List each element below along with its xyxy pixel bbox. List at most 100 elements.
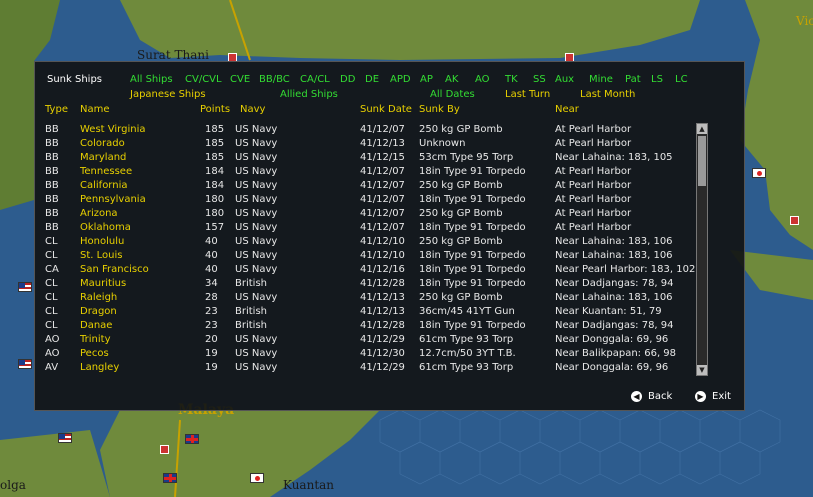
japan-flag-icon[interactable] (250, 473, 264, 483)
cell-type: BB (45, 208, 59, 219)
cell-by: 250 kg GP Bomb (419, 292, 503, 303)
arrow-left-icon: ◀ (631, 391, 642, 402)
filter-ls[interactable]: LS (651, 74, 663, 85)
cell-type: BB (45, 166, 59, 177)
unit-marker-icon[interactable] (160, 445, 169, 454)
cell-points: 185 (205, 138, 225, 149)
filter-ak[interactable]: AK (445, 74, 458, 85)
table-row[interactable]: BB Oklahoma 157 US Navy 41/12/07 18in Type 91… (45, 222, 695, 236)
cell-type: CL (45, 292, 58, 303)
cell-by: 36cm/45 41YT Gun (419, 306, 515, 317)
filter-japanese-ships[interactable]: Japanese Ships (130, 89, 206, 100)
unit-marker-icon[interactable] (790, 216, 799, 225)
filter-pat[interactable]: Pat (625, 74, 641, 85)
table-row[interactable]: AO Pecos 19 US Navy 41/12/30 12.7cm/50 3YT T.… (45, 348, 695, 362)
cell-navy: US Navy (235, 180, 278, 191)
filter-ca-cl[interactable]: CA/CL (300, 74, 330, 85)
cell-navy: US Navy (235, 236, 278, 247)
filter-ss[interactable]: SS (533, 74, 546, 85)
uk-flag-icon[interactable] (185, 434, 199, 444)
japan-flag-icon[interactable] (752, 168, 766, 178)
cell-type: CL (45, 236, 58, 247)
cell-points: 157 (205, 222, 225, 233)
table-row[interactable]: CL St. Louis 40 US Navy 41/12/10 18in Type 91… (45, 250, 695, 264)
cell-points: 23 (205, 306, 218, 317)
table-row[interactable]: CL Dragon 23 British 41/12/13 36cm/45 41YT Gu… (45, 306, 695, 320)
table-scrollbar[interactable]: ▲ ▼ (696, 123, 708, 376)
cell-by: Unknown (419, 138, 466, 149)
uk-flag-icon[interactable] (163, 473, 177, 483)
table-row[interactable]: CA San Francisco 40 US Navy 41/12/16 18in Typ… (45, 264, 695, 278)
table-row[interactable]: CL Honolulu 40 US Navy 41/12/10 250 kg GP Bom… (45, 236, 695, 250)
table-row[interactable]: AO Trinity 20 US Navy 41/12/29 61cm Type 93 T… (45, 334, 695, 348)
cell-by: 61cm Type 93 Torp (419, 362, 514, 373)
cell-by: 18in Type 91 Torpedo (419, 250, 526, 261)
filter-apd[interactable]: APD (390, 74, 411, 85)
table-row[interactable]: BB Maryland 185 US Navy 41/12/15 53cm Type 95… (45, 152, 695, 166)
column-header-name[interactable]: Name (80, 104, 110, 115)
column-header-navy[interactable]: Navy (240, 104, 265, 115)
sunk-ships-dialog: Sunk Ships All Ships CV/CVL CVE BB/BC CA… (34, 61, 745, 411)
filter-last-month[interactable]: Last Month (580, 89, 635, 100)
table-row[interactable]: BB Pennsylvania 180 US Navy 41/12/07 18in Typ… (45, 194, 695, 208)
cell-points: 180 (205, 194, 225, 205)
us-flag-icon[interactable] (18, 282, 32, 292)
table-row[interactable]: CL Raleigh 28 US Navy 41/12/13 250 kg GP Bomb… (45, 292, 695, 306)
table-row[interactable]: BB Colorado 185 US Navy 41/12/13 Unknown At Pe… (45, 138, 695, 152)
exit-button[interactable]: ▶ Exit (695, 391, 731, 402)
filter-tk[interactable]: TK (505, 74, 518, 85)
filter-cv-cvl[interactable]: CV/CVL (185, 74, 222, 85)
map-label-surat-thani: Surat Thani (137, 48, 209, 62)
table-row[interactable]: BB Tennessee 184 US Navy 41/12/07 18in Type 9… (45, 166, 695, 180)
cell-type: BB (45, 138, 59, 149)
cell-by: 18in Type 91 Torpedo (419, 222, 526, 233)
filter-aux[interactable]: Aux (555, 74, 574, 85)
filter-lc[interactable]: LC (675, 74, 688, 85)
table-row[interactable]: CL Mauritius 34 British 41/12/28 18in Type 91… (45, 278, 695, 292)
scroll-up-icon[interactable]: ▲ (697, 124, 707, 134)
filter-bb-bc[interactable]: BB/BC (259, 74, 290, 85)
cell-name: Raleigh (80, 292, 118, 303)
table-row[interactable]: AV Langley 19 US Navy 41/12/29 61cm Type 93 T… (45, 362, 695, 376)
back-button[interactable]: ◀ Back (631, 391, 672, 402)
cell-type: CL (45, 306, 58, 317)
cell-near: At Pearl Harbor (555, 138, 632, 149)
filter-allied-ships[interactable]: Allied Ships (280, 89, 338, 100)
scrollbar-thumb[interactable] (698, 136, 706, 186)
column-header-type[interactable]: Type (45, 104, 68, 115)
cell-name: Honolulu (80, 236, 125, 247)
column-header-points[interactable]: Points (200, 104, 230, 115)
cell-by: 61cm Type 93 Torp (419, 334, 514, 345)
back-button-label: Back (648, 391, 673, 402)
cell-near: At Pearl Harbor (555, 208, 632, 219)
cell-name: San Francisco (80, 264, 149, 275)
column-header-near[interactable]: Near (555, 104, 579, 115)
filter-mine[interactable]: Mine (589, 74, 613, 85)
filter-all-ships[interactable]: All Ships (130, 74, 173, 85)
filter-dd[interactable]: DD (340, 74, 355, 85)
filter-ao[interactable]: AO (475, 74, 490, 85)
filter-de[interactable]: DE (365, 74, 379, 85)
cell-near: Near Dadjangas: 78, 94 (555, 320, 674, 331)
cell-date: 41/12/13 (360, 292, 405, 303)
cell-navy: British (235, 306, 267, 317)
us-flag-icon[interactable] (58, 433, 72, 443)
us-flag-icon[interactable] (18, 359, 32, 369)
filter-last-turn[interactable]: Last Turn (505, 89, 550, 100)
filter-cve[interactable]: CVE (230, 74, 250, 85)
cell-navy: US Navy (235, 152, 278, 163)
cell-near: At Pearl Harbor (555, 180, 632, 191)
cell-navy: US Navy (235, 348, 278, 359)
table-row[interactable]: BB California 184 US Navy 41/12/07 250 kg GP … (45, 180, 695, 194)
table-row[interactable]: BB West Virginia 185 US Navy 41/12/07 250 kg … (45, 124, 695, 138)
table-row[interactable]: CL Danae 23 British 41/12/28 18in Type 91 Tor… (45, 320, 695, 334)
cell-type: CL (45, 250, 58, 261)
cell-type: BB (45, 152, 59, 163)
column-header-sunk-by[interactable]: Sunk By (419, 104, 460, 115)
table-row[interactable]: BB Arizona 180 US Navy 41/12/07 250 kg GP Bom… (45, 208, 695, 222)
filter-ap[interactable]: AP (420, 74, 433, 85)
cell-points: 40 (205, 264, 218, 275)
column-header-sunk-date[interactable]: Sunk Date (360, 104, 412, 115)
scroll-down-icon[interactable]: ▼ (697, 365, 707, 375)
filter-all-dates[interactable]: All Dates (430, 89, 475, 100)
